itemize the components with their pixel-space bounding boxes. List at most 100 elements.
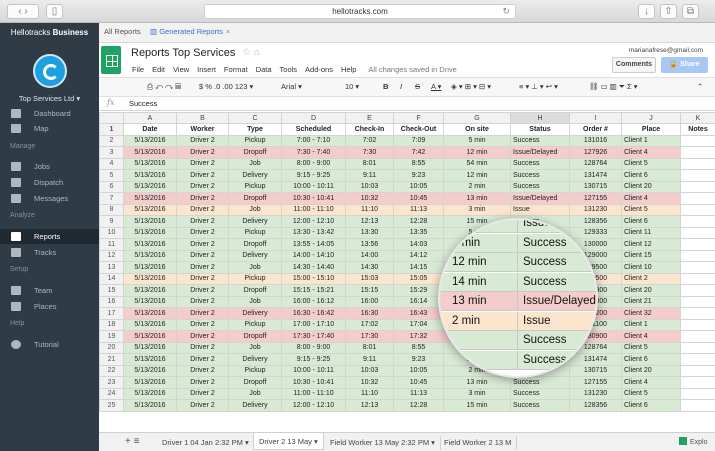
cell[interactable]: Driver 2	[176, 341, 229, 354]
cell[interactable]: 8:55	[393, 157, 444, 170]
cell[interactable]: Client 2	[621, 272, 681, 285]
font-size-select[interactable]: 10 ▾	[345, 82, 359, 91]
cell[interactable]: 7:30 - 7:40	[281, 146, 346, 159]
sidebar-item-tutorial[interactable]: Tutorial	[0, 337, 99, 352]
notes-cell[interactable]	[680, 376, 715, 389]
cell[interactable]: Driver 2	[176, 399, 229, 412]
cell[interactable]: 11:13	[393, 203, 444, 216]
notes-cell[interactable]	[680, 318, 715, 331]
cell[interactable]: 9:23	[393, 169, 444, 182]
cell[interactable]: Dropoff	[228, 284, 282, 297]
cell[interactable]: Client 4	[621, 330, 681, 343]
cell[interactable]: 11:10	[345, 203, 394, 216]
header-cell[interactable]: Date	[123, 123, 177, 136]
sidebar-item-dispatch[interactable]: Dispatch	[0, 175, 99, 190]
cell[interactable]: 16:43	[393, 307, 444, 320]
cell[interactable]: 10:05	[393, 364, 444, 377]
cell[interactable]: 7:02	[345, 134, 394, 147]
cell[interactable]: 5/13/2016	[123, 261, 177, 274]
notes-cell[interactable]	[680, 238, 715, 251]
bold-button[interactable]: B	[383, 82, 388, 91]
cell[interactable]: 5/13/2016	[123, 226, 177, 239]
link-comment-chart-filter-icons[interactable]: ⛓ ▭ ▥ ⏷ Σ ▾	[589, 82, 638, 92]
sheet-tab-driver-2[interactable]: Driver 2 13 May ▾	[253, 433, 324, 450]
column-header[interactable]: G	[443, 112, 511, 124]
column-header[interactable]: K	[680, 112, 715, 124]
cell[interactable]: Dropoff	[228, 192, 282, 205]
cell[interactable]: Client 6	[621, 399, 681, 412]
cell[interactable]: 131474	[569, 169, 622, 182]
cell[interactable]: 14:03	[393, 238, 444, 251]
notes-cell[interactable]	[680, 330, 715, 343]
row-number[interactable]: 25	[99, 399, 124, 412]
row-number[interactable]: 7	[99, 192, 124, 205]
cell[interactable]: 11:13	[393, 387, 444, 400]
cell[interactable]: 13 min	[443, 192, 511, 205]
menu-format[interactable]: Format	[224, 65, 248, 74]
cell[interactable]: 8:01	[345, 157, 394, 170]
cell[interactable]: 2 min	[443, 180, 511, 193]
notes-cell[interactable]	[680, 146, 715, 159]
cell[interactable]: 15:00 - 15:10	[281, 272, 346, 285]
cell[interactable]: 54 min	[443, 157, 511, 170]
cell[interactable]: 5/13/2016	[123, 192, 177, 205]
cell[interactable]: Job	[228, 261, 282, 274]
header-cell[interactable]: Status	[510, 123, 570, 136]
cell[interactable]: Client 5	[621, 387, 681, 400]
cell[interactable]: Driver 2	[176, 146, 229, 159]
cell[interactable]: Success	[510, 180, 570, 193]
row-number[interactable]: 24	[99, 387, 124, 400]
cell[interactable]: 9:15 - 9:25	[281, 353, 346, 366]
cell[interactable]: 16:30 - 16:42	[281, 307, 346, 320]
italic-button[interactable]: I	[400, 82, 402, 91]
cell[interactable]: Client 6	[621, 215, 681, 228]
cell[interactable]: 15:05	[393, 272, 444, 285]
text-color-button[interactable]: A ▾	[431, 82, 441, 91]
cell[interactable]: 5/13/2016	[123, 307, 177, 320]
explore-button[interactable]: Explo	[679, 437, 708, 446]
cell[interactable]: Success	[510, 399, 570, 412]
cell[interactable]: 12:00 - 12:10	[281, 215, 346, 228]
cell[interactable]: 10:45	[393, 192, 444, 205]
cell[interactable]: Client 4	[621, 192, 681, 205]
cell[interactable]: 13 min	[443, 376, 511, 389]
menu-file[interactable]: File	[132, 65, 144, 74]
column-header[interactable]: J	[621, 112, 681, 124]
cell[interactable]: 9:11	[345, 169, 394, 182]
cell[interactable]: Dropoff	[228, 330, 282, 343]
cell[interactable]: 14:00	[345, 249, 394, 262]
cell[interactable]: 11:00 - 11:10	[281, 203, 346, 216]
cell[interactable]: Client 1	[621, 134, 681, 147]
cell[interactable]: Driver 2	[176, 157, 229, 170]
header-cell[interactable]: Notes	[680, 123, 715, 136]
tab-generated-reports[interactable]: ▥ Generated Reports ×	[150, 27, 230, 36]
cell[interactable]: 13:56	[345, 238, 394, 251]
cell[interactable]: 131230	[569, 203, 622, 216]
cell[interactable]: 16:00 - 16:12	[281, 295, 346, 308]
cell[interactable]: 16:30	[345, 307, 394, 320]
cell[interactable]: 5/13/2016	[123, 249, 177, 262]
column-header[interactable]: B	[176, 112, 229, 124]
comments-button[interactable]: Comments	[612, 57, 656, 73]
cell[interactable]: 127155	[569, 192, 622, 205]
cell[interactable]: 12:28	[393, 399, 444, 412]
cell[interactable]: Dropoff	[228, 146, 282, 159]
cell[interactable]: Driver 2	[176, 238, 229, 251]
cell[interactable]: Client 21	[621, 295, 681, 308]
cell[interactable]: 15:15 - 15:21	[281, 284, 346, 297]
number-format-buttons[interactable]: $ % .0 .00 123 ▾	[199, 82, 253, 91]
header-cell[interactable]: Place	[621, 123, 681, 136]
cell[interactable]: 5/13/2016	[123, 203, 177, 216]
cell[interactable]: 10:30 - 10:41	[281, 376, 346, 389]
notes-cell[interactable]	[680, 157, 715, 170]
column-header[interactable]: I	[569, 112, 622, 124]
row-number[interactable]: 18	[99, 318, 124, 331]
row-number[interactable]: 17	[99, 307, 124, 320]
sidebar-item-map[interactable]: Map	[0, 121, 99, 136]
cell[interactable]: 12:13	[345, 399, 394, 412]
cell[interactable]: Driver 2	[176, 353, 229, 366]
cell[interactable]: 14:00 - 14:10	[281, 249, 346, 262]
cell[interactable]: Delivery	[228, 399, 282, 412]
cell[interactable]: Driver 2	[176, 249, 229, 262]
cell[interactable]: Issue/Delayed	[510, 192, 570, 205]
